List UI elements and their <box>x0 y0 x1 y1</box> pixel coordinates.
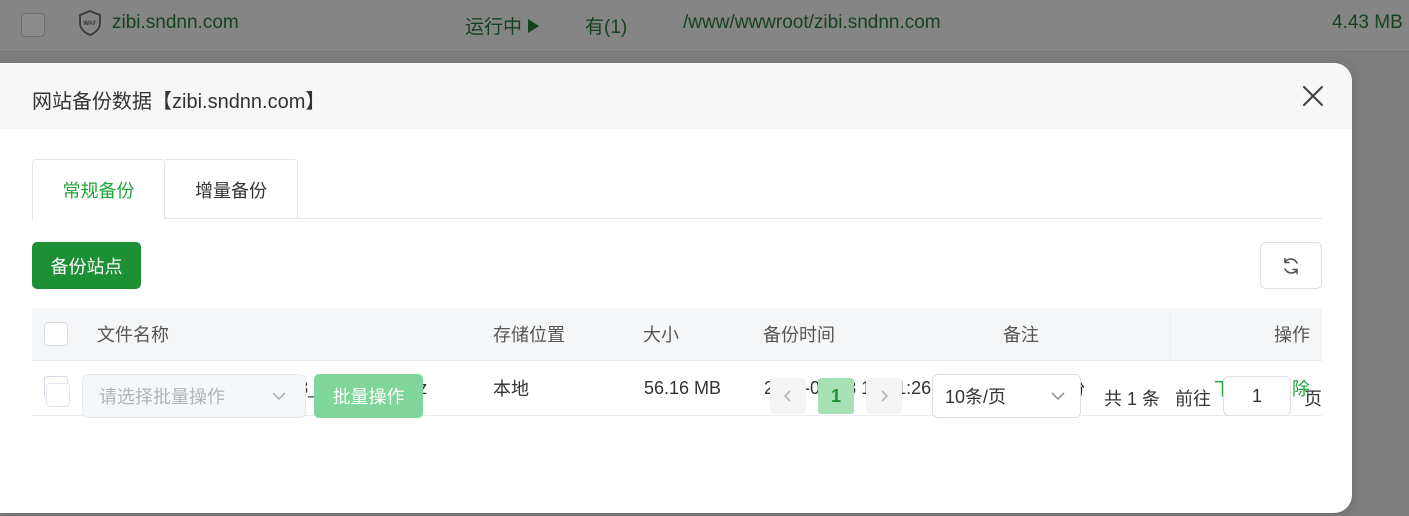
header-storage: 存储位置 <box>493 325 565 345</box>
tab-incremental-backup[interactable]: 增量备份 <box>165 159 298 219</box>
header-size: 大小 <box>643 325 679 345</box>
play-icon <box>528 18 540 33</box>
dialog-title: 网站备份数据【zibi.sndnn.com】 <box>32 91 326 113</box>
site-size: 4.43 MB <box>1332 12 1403 33</box>
waf-shield-icon: WAF <box>79 10 101 36</box>
column-divider <box>1170 308 1171 361</box>
total-count: 共 1 条 <box>1104 389 1161 409</box>
backup-dialog: 网站备份数据【zibi.sndnn.com】 常规备份 增量备份 备份站点 文件… <box>0 63 1352 513</box>
page-size-select[interactable]: 10条/页 <box>932 374 1081 418</box>
header-action: 操作 <box>1274 325 1310 345</box>
header-time: 备份时间 <box>763 325 835 345</box>
row-checkbox[interactable] <box>21 13 45 37</box>
batch-operation-button[interactable]: 批量操作 <box>314 374 423 418</box>
site-list-row: WAF zibi.sndnn.com 运行中 有(1) /www/wwwroot… <box>0 0 1409 52</box>
next-page-button[interactable] <box>866 378 902 414</box>
site-status[interactable]: 运行中 <box>465 12 540 39</box>
select-all-checkbox[interactable] <box>44 322 68 346</box>
table-header: 文件名称 存储位置 大小 备份时间 备注 操作 <box>32 308 1322 361</box>
page-size-value: 10条/页 <box>945 387 1007 407</box>
site-path-link[interactable]: /www/wwwroot/zibi.sndnn.com <box>683 12 941 34</box>
goto-page-input[interactable] <box>1223 376 1291 416</box>
header-filename: 文件名称 <box>97 325 169 345</box>
batch-operation-select[interactable]: 请选择批量操作 <box>82 374 306 418</box>
close-icon[interactable] <box>1301 84 1325 108</box>
footer-select-all-checkbox[interactable] <box>46 383 70 407</box>
svg-text:WAF: WAF <box>83 21 97 27</box>
chevron-left-icon <box>783 390 791 402</box>
page-suffix: 页 <box>1304 389 1322 409</box>
chevron-down-icon <box>1051 392 1065 401</box>
backup-count-link[interactable]: 有(1) <box>585 12 627 39</box>
cell-storage: 本地 <box>493 379 529 399</box>
tab-regular-backup[interactable]: 常规备份 <box>32 159 165 220</box>
prev-page-button[interactable] <box>770 378 806 414</box>
cell-size: 56.16 MB <box>644 377 722 398</box>
header-note: 备注 <box>1003 325 1039 345</box>
status-label: 运行中 <box>465 17 523 38</box>
goto-label: 前往 <box>1175 389 1211 409</box>
chevron-down-icon <box>272 392 286 401</box>
backup-site-button[interactable]: 备份站点 <box>32 242 141 289</box>
batch-select-placeholder: 请选择批量操作 <box>99 387 225 407</box>
backup-tabs: 常规备份 增量备份 <box>32 159 1322 220</box>
page-number-current[interactable]: 1 <box>818 378 854 414</box>
dialog-header: 网站备份数据【zibi.sndnn.com】 <box>0 63 1352 129</box>
chevron-right-icon <box>881 390 889 402</box>
refresh-icon <box>1284 257 1298 274</box>
refresh-button[interactable] <box>1260 242 1322 289</box>
site-name-link[interactable]: zibi.sndnn.com <box>112 12 239 34</box>
